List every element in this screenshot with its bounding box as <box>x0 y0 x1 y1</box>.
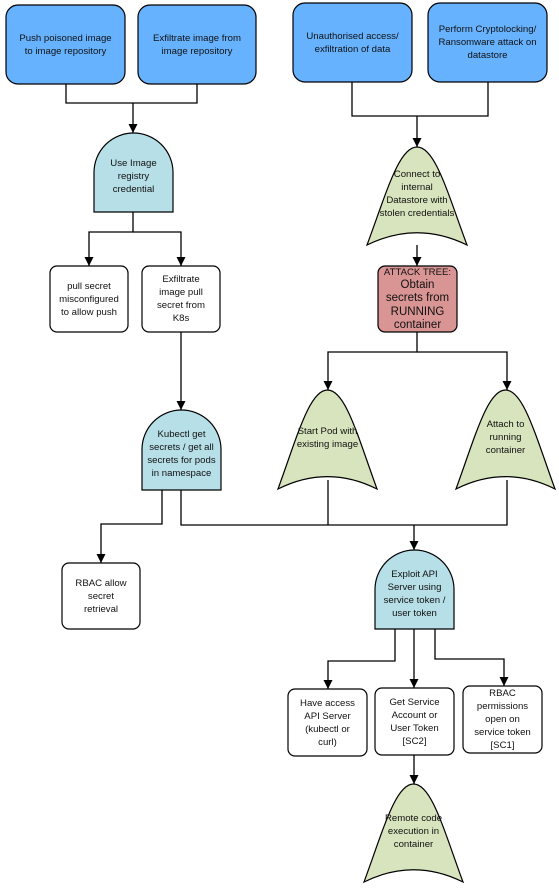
node-label-attach-container: Attach to running container <box>456 408 555 467</box>
label-line: (kubectl or <box>305 723 350 735</box>
label-line: secrets from <box>385 292 450 304</box>
label-line: in namespace <box>151 468 212 479</box>
label-line: K8s <box>172 313 190 324</box>
label-line: container <box>485 445 526 456</box>
connector-arrow <box>323 332 418 390</box>
label-line: Unauthorised access/ <box>306 30 399 42</box>
node-label-exfiltrate-image: Exfiltrate image from image repository <box>138 5 256 84</box>
label-line: Connect to <box>393 169 441 181</box>
label-line: stolen credentials <box>379 208 455 220</box>
label-line: API Server <box>304 710 351 722</box>
label-line: ATTACK TREE: <box>383 266 452 278</box>
connector-arrow <box>434 629 509 686</box>
label-line: secrets for pods <box>147 455 216 466</box>
label-line: Server using <box>387 581 442 593</box>
label-line: Perform Cryptolocking/ <box>438 24 537 35</box>
node-label-start-pod: Start Pod with existing image <box>278 408 377 467</box>
label-line: Kubectl get <box>157 429 206 440</box>
label-line: RBAC allow <box>75 577 127 589</box>
node-label-exploit-api-server: Exploit API Server using service token / us… <box>375 558 454 629</box>
label-line: user token <box>392 607 437 619</box>
node-label-unauthorised-access: Unauthorised access/exfiltration of data <box>293 3 412 82</box>
label-line: exfiltration of data <box>314 43 391 55</box>
node-label-remote-code-execution: Remote code execution in container <box>364 802 463 861</box>
label-line: datastore <box>467 50 508 61</box>
connector-arrow <box>417 351 512 390</box>
connector-arrow <box>323 629 396 689</box>
connector-arrow <box>96 490 163 563</box>
label-line: Attach to <box>486 419 525 430</box>
connector-line <box>351 82 489 117</box>
label-line: [SC1] <box>490 740 515 751</box>
label-line: [SC2] <box>402 735 427 747</box>
connector-arrow <box>133 231 186 266</box>
label-line: container <box>393 838 434 850</box>
label-line: secret from <box>157 300 205 311</box>
label-line: Start Pod with <box>297 425 358 437</box>
node-label-rbac-permissions-open: RBAC permissions open on service token [SC1] <box>463 686 542 753</box>
node-label-cryptolocking: Perform Cryptolocking/Ransomware attack … <box>428 3 547 82</box>
label-line: misconfigured <box>59 293 119 305</box>
connector-line <box>65 84 198 104</box>
label-line: running <box>489 432 522 443</box>
label-line: RUNNING <box>390 305 445 318</box>
node-label-pull-secret-misconfigured: pull secret misconfigured to allow push <box>50 266 128 332</box>
node-label-have-access-api: Have access API Server (kubectl or curl) <box>288 689 367 756</box>
label-line: retrieval <box>83 603 119 615</box>
node-label-rbac-allow-secret: RBAC allow secret retrieval <box>62 563 140 629</box>
connector-arrow <box>84 212 134 266</box>
label-line: image pull <box>159 287 203 298</box>
label-line: Push poisoned image <box>19 32 112 44</box>
label-line: to allow push <box>61 306 117 318</box>
label-line: Have access <box>300 697 355 709</box>
node-label-push-poisoned: Push poisoned image to image repository <box>6 5 125 84</box>
label-line: credential <box>112 184 155 195</box>
label-line: registry <box>117 171 150 182</box>
label-line: secret <box>87 590 115 602</box>
label-line: internal <box>401 182 433 194</box>
label-line: Exfiltrate image from <box>153 32 241 44</box>
label-line: curl) <box>318 736 337 748</box>
label-line: Get Service <box>389 696 440 708</box>
label-line: RBAC <box>489 688 516 699</box>
node-label-get-service-account: Get Service Account or User Token [SC2] <box>375 688 454 755</box>
node-label-attack-tree-obtain-secrets: ATTACK TREE: Obtain secrets from RUNNING con… <box>378 266 457 332</box>
attack-tree-diagram: Push poisoned image to image repository Ex… <box>0 0 559 889</box>
label-line: User Token <box>390 722 439 734</box>
label-line: Use Image <box>110 158 157 169</box>
node-label-exfiltrate-pull-secret: Exfiltrate image pull secret from K8s <box>142 266 220 332</box>
node-label-connect-datastore: Connect to internal Datastore with stolen c… <box>367 165 467 224</box>
label-line: Account or <box>391 709 438 721</box>
node-label-kubectl-get-secrets: Kubectl get secrets / get all secrets for … <box>142 418 221 490</box>
label-line: open on <box>485 714 520 725</box>
label-line: permissions <box>476 701 529 712</box>
label-line: Ransomware attack on <box>438 37 537 48</box>
label-line: secrets / get all <box>149 442 214 453</box>
label-line: execution in <box>387 825 440 837</box>
label-line: Exploit API <box>391 568 438 580</box>
label-line: Datastore with <box>386 195 448 207</box>
label-line: Remote code <box>384 812 443 824</box>
label-line: service token <box>474 727 531 738</box>
label-line: image repository <box>161 45 233 57</box>
label-line: pull secret <box>67 280 111 292</box>
label-line: container <box>393 319 442 331</box>
label-line: to image repository <box>24 45 107 57</box>
label-line: existing image <box>296 438 359 450</box>
node-label-use-registry-credential: Use Image registry credential <box>94 141 173 212</box>
label-line: Obtain <box>400 278 435 291</box>
label-line: Exfiltrate <box>162 274 200 285</box>
label-line: service token / <box>383 594 446 606</box>
